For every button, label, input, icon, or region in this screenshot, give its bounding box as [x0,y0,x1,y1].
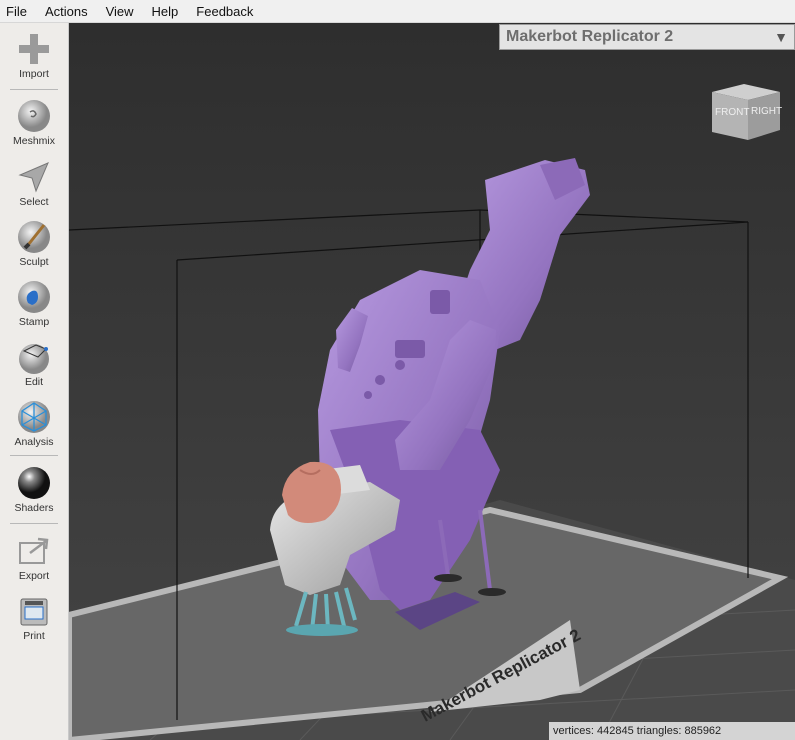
scene: Makerbot Replicator 2 FRONT RIGHT [69,23,795,740]
import-label: Import [19,68,49,80]
plus-icon [19,34,49,64]
select-tool[interactable]: Select [0,159,68,219]
menu-actions[interactable]: Actions [45,4,88,19]
export-icon [19,537,49,564]
menu-feedback[interactable]: Feedback [196,4,253,19]
edit-mesh-icon [19,344,49,374]
menu-help[interactable]: Help [152,4,179,19]
analysis-label: Analysis [14,436,54,448]
export-tool[interactable]: Export [0,533,68,593]
cube-right-label: RIGHT [751,106,782,117]
menu-bar: File Actions View Help Feedback [0,0,795,23]
printer-dropdown[interactable]: Makerbot Replicator 2 ▼ [499,24,795,50]
mesh-stats: vertices: 442845 triangles: 885962 [549,722,795,740]
tool-sidebar: Import Meshmix Select Sculpt Stamp Edit … [0,23,69,740]
printer-name: Makerbot Replicator 2 [506,28,674,45]
edit-label: Edit [24,376,44,388]
brush-icon [18,221,50,253]
view-cube[interactable]: FRONT RIGHT [712,84,782,140]
meshmix-tool[interactable]: Meshmix [0,98,68,158]
shader-sphere-icon [18,467,50,499]
export-label: Export [18,570,50,582]
separator [10,455,58,456]
analysis-icon [18,401,50,433]
sculpt-tool[interactable]: Sculpt [0,219,68,279]
stamp-tool[interactable]: Stamp [0,279,68,339]
menu-file[interactable]: File [6,4,27,19]
3d-viewport[interactable]: Makerbot Replicator 2 FRONT RIGHT [69,23,795,740]
stamp-icon [18,281,50,313]
shaders-label: Shaders [14,502,54,514]
sculpt-label: Sculpt [19,256,49,268]
analysis-tool[interactable]: Analysis [0,399,68,459]
meshmix-icon [18,100,50,132]
meshmix-label: Meshmix [12,135,55,147]
shaders-tool[interactable]: Shaders [0,465,68,525]
menu-view[interactable]: View [106,4,134,19]
print-tool[interactable]: Print [0,593,68,653]
print-label: Print [23,630,45,642]
chevron-down-icon: ▼ [774,29,788,45]
cube-front-label: FRONT [715,107,749,118]
import-tool[interactable]: Import [0,31,68,91]
select-label: Select [19,196,49,208]
printer-icon [20,598,48,626]
stamp-label: Stamp [18,316,50,328]
edit-tool[interactable]: Edit [0,339,68,399]
cursor-arrow-icon [18,162,49,193]
separator [10,523,58,524]
separator [10,89,58,90]
